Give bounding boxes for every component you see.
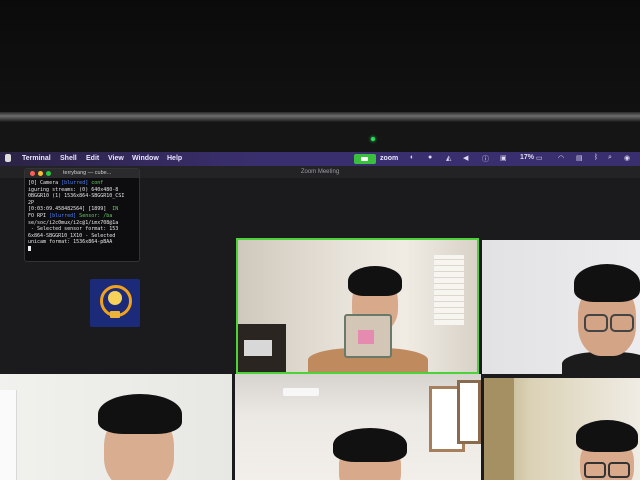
sound-icon[interactable]: ◭ [446,154,451,162]
box [244,340,272,356]
lightbulb-icon [108,291,122,305]
terminal-text: unicam format: 1536x864-pBAA [28,239,113,246]
terminal-text: FO RPI [28,212,50,219]
terminal-line: [0:03:09.458482564] [1899] IN [28,206,136,213]
terminal-text: 6x864-SBGGR10_1X10 - Selected [28,232,116,239]
lock-icon[interactable]: ▤ [576,154,583,162]
terminal-line: se/soc/i2c0mux/i2c@1/imx708@1a [28,220,136,227]
terminal-text: 0BGGR10 (1) 1536x864-SBGGR10_CSI [28,193,125,200]
glasses-icon [584,314,608,332]
terminal-line: - Selected sensor format: 153 [28,226,136,233]
door [0,390,17,480]
terminal-line: FO RPI [blurred] Sensor: /ba [28,213,136,220]
wifi-icon[interactable]: ◠ [558,154,564,162]
terminal-text: - Selected sensor format: 153 [28,226,119,233]
terminal-output[interactable]: [0] Camera [blurred] conf iguring streams… [25,178,139,255]
wall-picture [457,380,481,444]
battery-icon[interactable]: ▭ [536,154,543,162]
ceiling-light [283,388,319,396]
terminal-window[interactable]: terrybang — cube... [0] Camera [blurred]… [24,168,140,262]
search-icon[interactable]: ⌕ [608,154,612,162]
terminal-text: conf [88,180,104,186]
terminal-title: terrybang — cube... [63,170,112,176]
terminal-line: 0BGGR10 (1) 1536x864-SBGGR10_CSI [28,193,136,200]
menubar-zoom-app[interactable]: zoom [380,155,398,162]
menu-terminal[interactable]: Terminal [22,155,51,162]
video-tile-participant[interactable] [484,378,640,480]
video-tile-participant[interactable] [482,240,640,374]
terminal-text: [0] Camera [28,180,62,186]
volume-icon[interactable]: ◀ [463,154,468,162]
monitor-edge [0,112,640,122]
wall-edge [484,378,514,480]
video-tile-participant[interactable] [235,374,481,480]
monitor-bezel [0,122,640,152]
menu-window[interactable]: Window [132,155,159,162]
menu-shell[interactable]: Shell [60,155,77,162]
zoom-window-title: Zoom Meeting [300,169,340,175]
info-icon[interactable]: ⓘ [482,154,489,164]
lightbulb-base [110,311,120,318]
pointer-icon[interactable]: ◐ [410,154,414,161]
terminal-line: unicam format: 1536x864-pBAA [28,239,136,246]
window-blinds [434,255,464,325]
participant-avatar-logo [90,279,140,327]
terminal-text: 2P [28,199,35,206]
control-center-icon[interactable]: ◉ [624,154,630,162]
terminal-line: 6x864-SBGGR10_1X10 - Selected [28,233,136,240]
menu-extra-icon[interactable]: ▣ [500,154,507,162]
terminal-line: [0] Camera [blurred] conf [28,180,136,187]
terminal-text: iguring streams: (0) 640x480-8 [28,186,119,193]
monitor-top-bezel [0,0,640,112]
terminal-text: [0:03:09.458482564] [1899] [28,206,113,213]
webcam-indicator-light [371,137,375,141]
minimize-button[interactable] [38,171,43,176]
bluetooth-icon[interactable]: ᛒ [594,154,598,161]
zoom-video-icon[interactable] [354,154,376,164]
terminal-text: IN [112,206,119,213]
menu-bar: Terminal Shell Edit View Window Help zoo… [0,152,640,166]
close-button[interactable] [30,171,35,176]
apple-icon[interactable] [5,154,11,162]
video-tile-active-speaker[interactable] [236,238,479,374]
terminal-highlight: [blurred] [61,180,89,186]
terminal-titlebar[interactable]: terrybang — cube... [25,169,139,178]
terminal-text: se/soc/i2c0mux/i2c@1/imx708@1a [28,219,119,226]
screen: Terminal Shell Edit View Window Help zoo… [0,152,640,480]
menu-view[interactable]: View [108,155,124,162]
glasses-icon [584,462,606,478]
menu-edit[interactable]: Edit [86,155,99,162]
terminal-text: Sensor: /ba [76,212,113,219]
terminal-highlight: [blurred] [49,212,77,219]
terminal-line: iguring streams: (0) 640x480-8 [28,187,136,194]
maximize-button[interactable] [46,171,51,176]
terminal-line: 2P [28,200,136,207]
video-tile-participant[interactable] [0,374,232,480]
terminal-cursor [28,245,31,251]
menu-help[interactable]: Help [167,155,182,162]
battery-percent[interactable]: 17% [520,154,534,161]
record-icon[interactable]: ● [428,154,432,161]
